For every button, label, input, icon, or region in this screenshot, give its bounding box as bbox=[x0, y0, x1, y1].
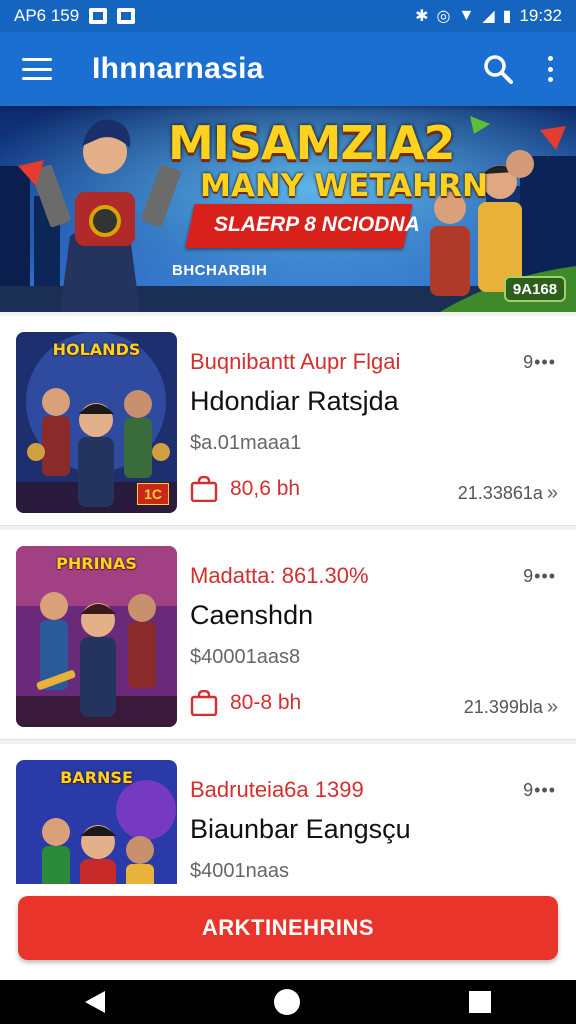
recent-apps-icon[interactable] bbox=[469, 991, 492, 1013]
menu-icon[interactable] bbox=[22, 58, 52, 80]
game-price: $40001aas8 bbox=[190, 646, 301, 668]
bluetooth-icon: ✱ bbox=[415, 8, 429, 25]
game-rating-dots: 9••• bbox=[523, 780, 556, 800]
shopping-bag-icon bbox=[190, 476, 218, 502]
banner-ribbon-text: SLAERP 8 NCIODNA bbox=[214, 213, 420, 236]
banner-subtitle: MANY WETAHRN bbox=[200, 168, 488, 204]
game-subtitle: Badruteia6a 1399 bbox=[190, 777, 364, 802]
chevron-right-icon: » bbox=[546, 696, 558, 718]
game-title: Biaunbar Eangsçu bbox=[190, 814, 411, 844]
game-size: 80,6 bh bbox=[230, 477, 301, 500]
game-rating-dots: 9••• bbox=[523, 352, 556, 372]
clock: 19:32 bbox=[519, 6, 562, 25]
game-thumbnail: PHRINAS bbox=[16, 546, 177, 727]
notification-icon bbox=[117, 8, 136, 24]
app-title: Ihnnarnasia bbox=[92, 52, 264, 85]
game-meta: 21.399bla bbox=[463, 697, 543, 717]
thumbnail-title: BARNSE bbox=[60, 768, 133, 787]
more-options-icon[interactable] bbox=[546, 56, 554, 82]
game-size: 80-8 bh bbox=[230, 691, 302, 714]
thumbnail-title: HOLANDS bbox=[52, 340, 141, 359]
game-card[interactable]: PHRINAS Madatta: 861.30% Caenshdn $40001… bbox=[0, 530, 576, 740]
notification-icon bbox=[89, 8, 108, 24]
game-title: Caenshdn bbox=[190, 600, 314, 630]
app-bar: Ihnnarnasia bbox=[0, 32, 576, 106]
wifi-icon: ▼ bbox=[458, 7, 475, 24]
chevron-right-icon: » bbox=[546, 482, 558, 504]
game-subtitle: Madatta: 861.30% bbox=[190, 563, 369, 588]
game-subtitle: Buqnibantt Aupr Flgai bbox=[190, 349, 401, 374]
bottom-action-area: ARKTINEHRINS bbox=[0, 884, 576, 980]
game-rating-dots: 9••• bbox=[523, 566, 556, 586]
banner-caption: BHCHARBIH bbox=[172, 262, 268, 279]
game-thumbnail: HOLANDS 1C bbox=[16, 332, 177, 513]
primary-action-button[interactable]: ARKTINEHRINS bbox=[18, 896, 558, 960]
home-icon[interactable] bbox=[273, 989, 300, 1015]
thumbnail-title: PHRINAS bbox=[56, 554, 137, 573]
back-icon[interactable] bbox=[84, 991, 105, 1013]
alarm-icon: ◎ bbox=[436, 8, 451, 25]
status-bar: AP6 159 ✱ ◎ ▼ ◢ ▮ 19:32 bbox=[0, 0, 576, 32]
banner-badge: 9A168 bbox=[504, 276, 566, 302]
game-title: Hdondiar Ratsjda bbox=[190, 386, 399, 416]
featured-banner[interactable]: MISAMZIA2 MANY WETAHRN SLAERP 8 NCIODNA … bbox=[0, 106, 576, 312]
game-price: $a.01maaa1 bbox=[190, 432, 302, 454]
thumbnail-tag: 1C bbox=[137, 483, 169, 505]
search-icon[interactable] bbox=[482, 53, 514, 85]
status-left-text: AP6 159 bbox=[14, 6, 80, 25]
signal-icon: ◢ bbox=[482, 8, 495, 25]
system-nav-bar bbox=[0, 980, 576, 1024]
game-meta: 21.33861a bbox=[457, 483, 543, 503]
battery-icon: ▮ bbox=[502, 8, 512, 25]
game-card[interactable]: HOLANDS 1C Buqnibantt Aupr Flgai Hdondia… bbox=[0, 316, 576, 526]
game-price: $4001naas bbox=[190, 860, 289, 882]
banner-title: MISAMZIA2 bbox=[168, 116, 455, 170]
shopping-bag-icon bbox=[190, 690, 218, 716]
